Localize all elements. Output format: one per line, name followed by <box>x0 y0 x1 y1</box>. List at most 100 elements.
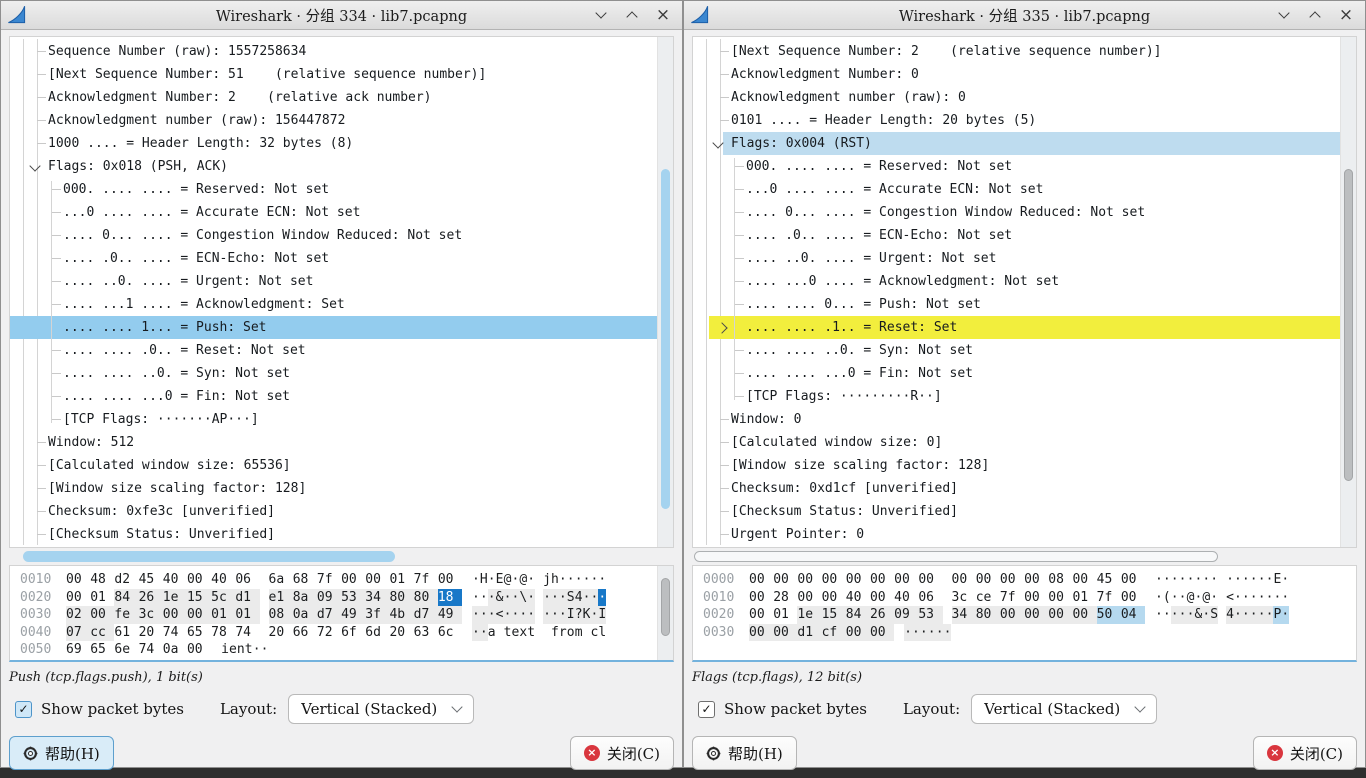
ascii-char[interactable]: · <box>1179 589 1187 607</box>
hex-byte[interactable]: 00 <box>1000 571 1024 589</box>
tree-row[interactable]: .... .... 1... = Push: Set <box>10 316 657 339</box>
ascii-char[interactable]: · <box>590 606 598 624</box>
hex-row[interactable]: 00300200fe3c00000101080ad7493f4bd749···<… <box>10 606 673 624</box>
hex-byte[interactable]: 50 <box>1097 606 1121 624</box>
tree-row[interactable]: .... ...0 .... = Acknowledgment: Not set <box>693 270 1340 293</box>
ascii-char[interactable]: · <box>1258 589 1266 607</box>
hex-byte[interactable]: 20 <box>269 624 293 642</box>
ascii-char[interactable]: · <box>598 571 606 589</box>
scrollbar-thumb[interactable] <box>661 169 670 509</box>
hex-byte[interactable]: 65 <box>90 641 114 659</box>
hex-byte[interactable]: 00 <box>187 606 211 624</box>
show-packet-bytes-checkbox[interactable]: ✓ <box>698 701 715 718</box>
hex-byte[interactable]: 00 <box>187 641 211 659</box>
hex-byte[interactable]: 09 <box>894 606 918 624</box>
ascii-char[interactable]: H <box>480 571 488 589</box>
tree-row[interactable]: [Checksum Status: Unverified] <box>693 500 1340 523</box>
tree-row[interactable]: Flags: 0x018 (PSH, ACK) <box>10 155 657 178</box>
tree-vertical-scrollbar[interactable] <box>657 37 673 547</box>
hex-byte[interactable]: 80 <box>414 589 438 607</box>
ascii-char[interactable]: · <box>519 606 527 624</box>
tree-row[interactable]: Urgent Pointer: 0 <box>693 523 1340 546</box>
ascii-char[interactable]: E <box>1273 571 1281 589</box>
ascii-char[interactable]: · <box>575 571 583 589</box>
ascii-char[interactable]: · <box>504 606 512 624</box>
tree-row[interactable]: 000. .... .... = Reserved: Not set <box>10 178 657 201</box>
ascii-char[interactable]: c <box>590 624 598 642</box>
ascii-char[interactable]: · <box>904 624 912 642</box>
hex-byte[interactable]: 00 <box>1048 606 1072 624</box>
show-packet-bytes-checkbox[interactable]: ✓ <box>15 701 32 718</box>
hex-byte[interactable]: 6e <box>114 641 138 659</box>
ascii-char[interactable]: · <box>1155 589 1163 607</box>
ascii-char[interactable]: · <box>1234 606 1242 624</box>
ascii-char[interactable]: P <box>1273 606 1281 624</box>
ascii-char[interactable]: & <box>496 589 504 607</box>
hex-byte[interactable]: 68 <box>293 571 317 589</box>
hex-byte[interactable]: 40 <box>894 589 918 607</box>
ascii-char[interactable] <box>543 624 551 642</box>
ascii-char[interactable]: < <box>1226 589 1234 607</box>
tree-horizontal-scrollbar[interactable] <box>692 550 1357 563</box>
window-close-icon[interactable]: × <box>656 8 670 22</box>
hex-byte[interactable]: d2 <box>114 571 138 589</box>
ascii-char[interactable]: · <box>1281 606 1289 624</box>
ascii-char[interactable]: j <box>543 571 551 589</box>
ascii-char[interactable]: · <box>1163 606 1171 624</box>
titlebar[interactable]: Wireshark · 分组 335 · lib7.pcapng × <box>684 1 1365 30</box>
ascii-char[interactable]: · <box>1281 571 1289 589</box>
ascii-char[interactable]: x <box>519 624 527 642</box>
hex-byte[interactable]: 00 <box>749 624 773 642</box>
tree-row[interactable]: .... .... ..0. = Syn: Not set <box>10 362 657 385</box>
hex-byte[interactable]: 20 <box>139 624 163 642</box>
layout-select[interactable]: Vertical (Stacked) <box>971 694 1157 724</box>
ascii-char[interactable]: · <box>527 606 535 624</box>
hex-byte[interactable]: 7f <box>317 571 341 589</box>
window-close-icon[interactable]: × <box>1339 8 1353 22</box>
ascii-char[interactable]: · <box>472 624 480 642</box>
tree-row[interactable]: [Next Sequence Number: 2 (relative seque… <box>693 40 1340 63</box>
ascii-char[interactable]: · <box>511 571 519 589</box>
hex-byte[interactable]: 40 <box>846 589 870 607</box>
hex-byte[interactable]: 01 <box>90 589 114 607</box>
ascii-char[interactable]: e <box>229 641 237 659</box>
hex-byte[interactable]: 00 <box>1072 571 1096 589</box>
hex-byte[interactable]: 74 <box>235 624 259 642</box>
hex-byte[interactable]: 3c <box>952 589 976 607</box>
tree-row[interactable]: .... .0.. .... = ECN-Echo: Not set <box>693 224 1340 247</box>
maximize-icon[interactable] <box>625 8 639 22</box>
hex-byte[interactable]: 6f <box>341 624 365 642</box>
ascii-char[interactable]: · <box>504 589 512 607</box>
tree-row[interactable]: Acknowledgment number (raw): 0 <box>693 86 1340 109</box>
hex-byte[interactable]: 00 <box>1024 589 1048 607</box>
packet-bytes-pane[interactable]: 00100048d245400040066a687f0000017f00·H·E… <box>9 565 674 662</box>
hex-byte[interactable]: d7 <box>414 606 438 624</box>
tree-row[interactable]: [Window size scaling factor: 128] <box>693 454 1340 477</box>
hex-byte[interactable]: 00 <box>1121 571 1145 589</box>
ascii-char[interactable]: · <box>1258 571 1266 589</box>
tree-row[interactable]: [Window size scaling factor: 128] <box>10 477 657 500</box>
minimize-icon[interactable] <box>594 8 608 22</box>
hex-byte[interactable]: 74 <box>139 641 163 659</box>
packet-bytes-pane[interactable]: 000000000000000000000000000008004500····… <box>692 565 1357 662</box>
hex-byte[interactable]: fe <box>114 606 138 624</box>
hex-byte[interactable]: d1 <box>235 589 259 607</box>
ascii-char[interactable]: · <box>1266 589 1274 607</box>
hex-byte[interactable]: cf <box>822 624 846 642</box>
tree-row[interactable]: [Calculated window size: 0] <box>693 431 1340 454</box>
hex-row[interactable]: 000000000000000000000000000008004500····… <box>693 571 1356 589</box>
ascii-char[interactable]: · <box>559 571 567 589</box>
hex-byte[interactable]: 00 <box>365 571 389 589</box>
ascii-char[interactable]: · <box>543 606 551 624</box>
ascii-char[interactable]: · <box>551 606 559 624</box>
ascii-char[interactable]: · <box>543 589 551 607</box>
hex-byte[interactable]: 00 <box>66 589 90 607</box>
hex-byte[interactable]: 7f <box>414 571 438 589</box>
hex-byte[interactable]: 80 <box>389 589 413 607</box>
ascii-char[interactable]: E <box>496 571 504 589</box>
tree-row[interactable]: Acknowledgment number (raw): 156447872 <box>10 109 657 132</box>
ascii-char[interactable]: · <box>1194 571 1202 589</box>
hex-byte[interactable]: 18 <box>438 589 462 607</box>
ascii-char[interactable]: S <box>567 589 575 607</box>
ascii-char[interactable]: · <box>253 641 261 659</box>
